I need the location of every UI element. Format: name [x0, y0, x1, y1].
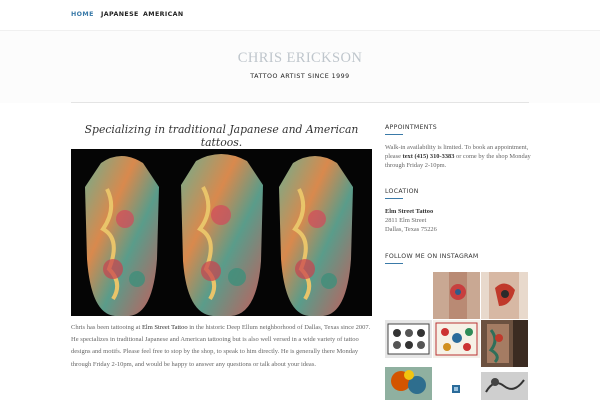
- back-view-2: [181, 154, 263, 316]
- instagram-post[interactable]: [433, 320, 480, 358]
- instagram-post[interactable]: [481, 272, 528, 319]
- nav-home-link[interactable]: HOME: [71, 11, 94, 18]
- intro-paragraph: Chris has been tattooing at Elm Street T…: [71, 322, 372, 371]
- instagram-post-image: [487, 320, 528, 367]
- shop-link[interactable]: Elm Street Tattoo: [142, 324, 188, 331]
- instagram-post[interactable]: [385, 320, 432, 358]
- location-underline: [385, 198, 403, 199]
- instagram-post-image: [452, 385, 460, 393]
- header-band: [0, 31, 600, 103]
- instagram-post[interactable]: [481, 320, 528, 367]
- site-tagline: TATTOO ARTIST SINCE 1999: [250, 73, 350, 80]
- bodysuit-tattoo-image: [71, 149, 372, 316]
- instagram-post[interactable]: [385, 367, 432, 400]
- instagram-post-image: [489, 272, 519, 319]
- appointments-heading: APPOINTMENTS: [385, 124, 437, 131]
- instagram-post-image: [481, 372, 528, 400]
- instagram-post[interactable]: [433, 272, 480, 319]
- page-headline: Specializing in traditional Japanese and…: [84, 123, 359, 149]
- location-city: Dallas, Texas 75226: [385, 226, 437, 234]
- instagram-post[interactable]: [481, 372, 528, 400]
- featured-tattoo-photo: [71, 149, 372, 316]
- location-shop-name: Elm Street Tattoo: [385, 208, 434, 215]
- nav-american-link[interactable]: AMERICAN: [143, 11, 184, 18]
- instagram-post-image: [391, 370, 426, 394]
- site-title[interactable]: CHRIS ERICKSON: [0, 50, 600, 67]
- instagram-heading: FOLLOW ME ON INSTAGRAM: [385, 253, 479, 260]
- appointments-text: Walk-in availability is limited. To book…: [385, 143, 535, 171]
- top-nav: HOME JAPANESE AMERICAN: [0, 0, 600, 31]
- instagram-post-image: [387, 323, 430, 355]
- back-view-1: [85, 156, 159, 316]
- intro-text-start: Chris has been tattooing at: [71, 324, 142, 331]
- header-divider: [71, 102, 529, 103]
- appointments-underline: [385, 134, 403, 135]
- location-address: Elm Street Tattoo 2811 Elm Street Dallas…: [385, 207, 535, 235]
- location-heading: LOCATION: [385, 188, 419, 195]
- location-street: 2811 Elm Street: [385, 217, 427, 225]
- instagram-post-image: [435, 322, 478, 356]
- appointment-phone[interactable]: text (415) 310-3383: [403, 153, 455, 160]
- nav-japanese-link[interactable]: JAPANESE: [101, 11, 139, 18]
- instagram-post[interactable]: [433, 367, 480, 400]
- back-view-3: [279, 156, 353, 316]
- instagram-underline: [385, 263, 403, 264]
- instagram-post-image: [449, 272, 467, 319]
